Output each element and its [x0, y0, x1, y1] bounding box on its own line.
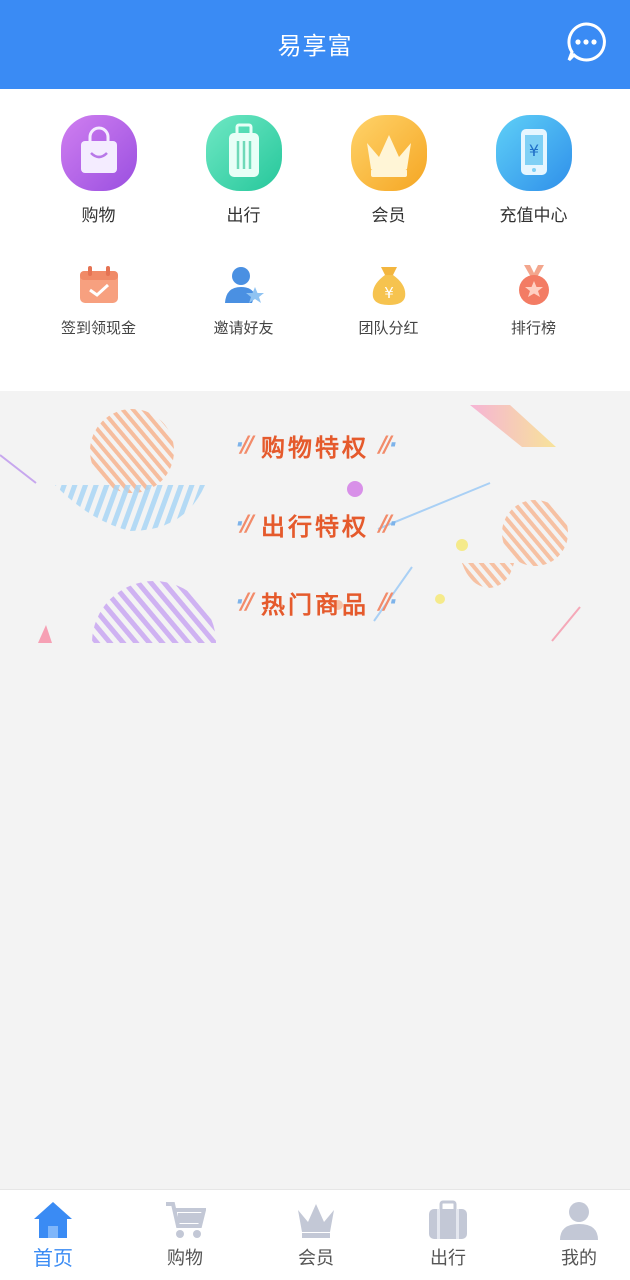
feature-member[interactable]: 会员: [316, 113, 461, 226]
home-icon: [34, 1202, 72, 1238]
tab-me[interactable]: 我的: [516, 1190, 630, 1280]
quick-label: 签到领现金: [60, 319, 136, 337]
decor-slash-left: ·//: [235, 589, 255, 615]
decor-slash-left: ·//: [235, 432, 255, 458]
tab-label: 我的: [561, 1248, 597, 1269]
tab-label: 会员: [298, 1248, 334, 1269]
decor-slash-left: ·//: [235, 511, 255, 537]
crown-icon: [298, 1204, 334, 1238]
feature-travel[interactable]: 出行: [171, 113, 316, 226]
bottom-tab-bar: 首页 购物 会员 出行 我的: [0, 1189, 630, 1280]
money-bag-icon: ¥: [372, 267, 405, 305]
invite-friend-icon: [224, 267, 264, 303]
user-icon: [560, 1202, 598, 1240]
feature-recharge[interactable]: ¥ 充值中心: [461, 113, 606, 226]
decor-slash-right: //·: [379, 432, 398, 458]
section-title: 热门商品: [261, 590, 369, 619]
calendar-checkin-icon: [79, 266, 118, 303]
decor-slash-right: //·: [379, 511, 398, 537]
phone-recharge-icon: ¥: [495, 115, 572, 191]
tab-shopping[interactable]: 购物: [122, 1190, 248, 1280]
section-shopping-privilege[interactable]: ·// 购物特权 //·: [215, 423, 415, 467]
quick-leaderboard[interactable]: 排行榜: [461, 263, 606, 338]
crown-icon: [350, 115, 427, 191]
cart-icon: [166, 1202, 206, 1238]
decor-slash-right: //·: [379, 589, 398, 615]
tab-label: 出行: [430, 1248, 466, 1269]
feature-grid: 购物 出行 会员 ¥ 充值中心 签到领现金 邀请好友 ¥ 团队分红 排行榜: [0, 89, 630, 391]
section-title: 出行特权: [261, 512, 369, 541]
quick-label: 排行榜: [510, 319, 556, 337]
tab-member[interactable]: 会员: [253, 1190, 379, 1280]
luggage-icon: [205, 115, 282, 191]
app-header: 易享富: [0, 0, 630, 89]
feature-label: 购物: [81, 206, 116, 226]
quick-label: 团队分红: [358, 319, 419, 337]
tab-label: 首页: [33, 1246, 73, 1270]
medal-icon: [518, 265, 549, 305]
message-button[interactable]: [566, 22, 606, 62]
page-title: 易享富: [277, 32, 353, 60]
section-travel-privilege[interactable]: ·// 出行特权 //·: [215, 502, 415, 546]
svg-text:¥: ¥: [384, 284, 394, 302]
tab-home[interactable]: 首页: [0, 1190, 116, 1280]
section-title: 购物特权: [261, 433, 369, 462]
tab-label: 购物: [167, 1248, 203, 1269]
svg-text:¥: ¥: [528, 141, 538, 160]
luggage-icon: [429, 1200, 467, 1239]
feature-label: 会员: [371, 206, 406, 226]
feature-shopping[interactable]: 购物: [26, 113, 171, 226]
message-dots-icon: [567, 22, 606, 62]
quick-checkin[interactable]: 签到领现金: [26, 263, 171, 338]
feature-label: 充值中心: [499, 206, 568, 226]
feature-label: 出行: [226, 206, 261, 226]
privilege-banner: ·// 购物特权 //· ·// 出行特权 //· ·// 热门商品 //·: [0, 391, 630, 643]
shopping-bag-icon: [60, 115, 137, 191]
quick-label: 邀请好友: [213, 319, 274, 337]
section-hot-products[interactable]: ·// 热门商品 //·: [215, 580, 415, 624]
quick-team-bonus[interactable]: ¥ 团队分红: [316, 263, 461, 338]
quick-invite[interactable]: 邀请好友: [171, 263, 316, 338]
tab-travel[interactable]: 出行: [385, 1190, 511, 1280]
